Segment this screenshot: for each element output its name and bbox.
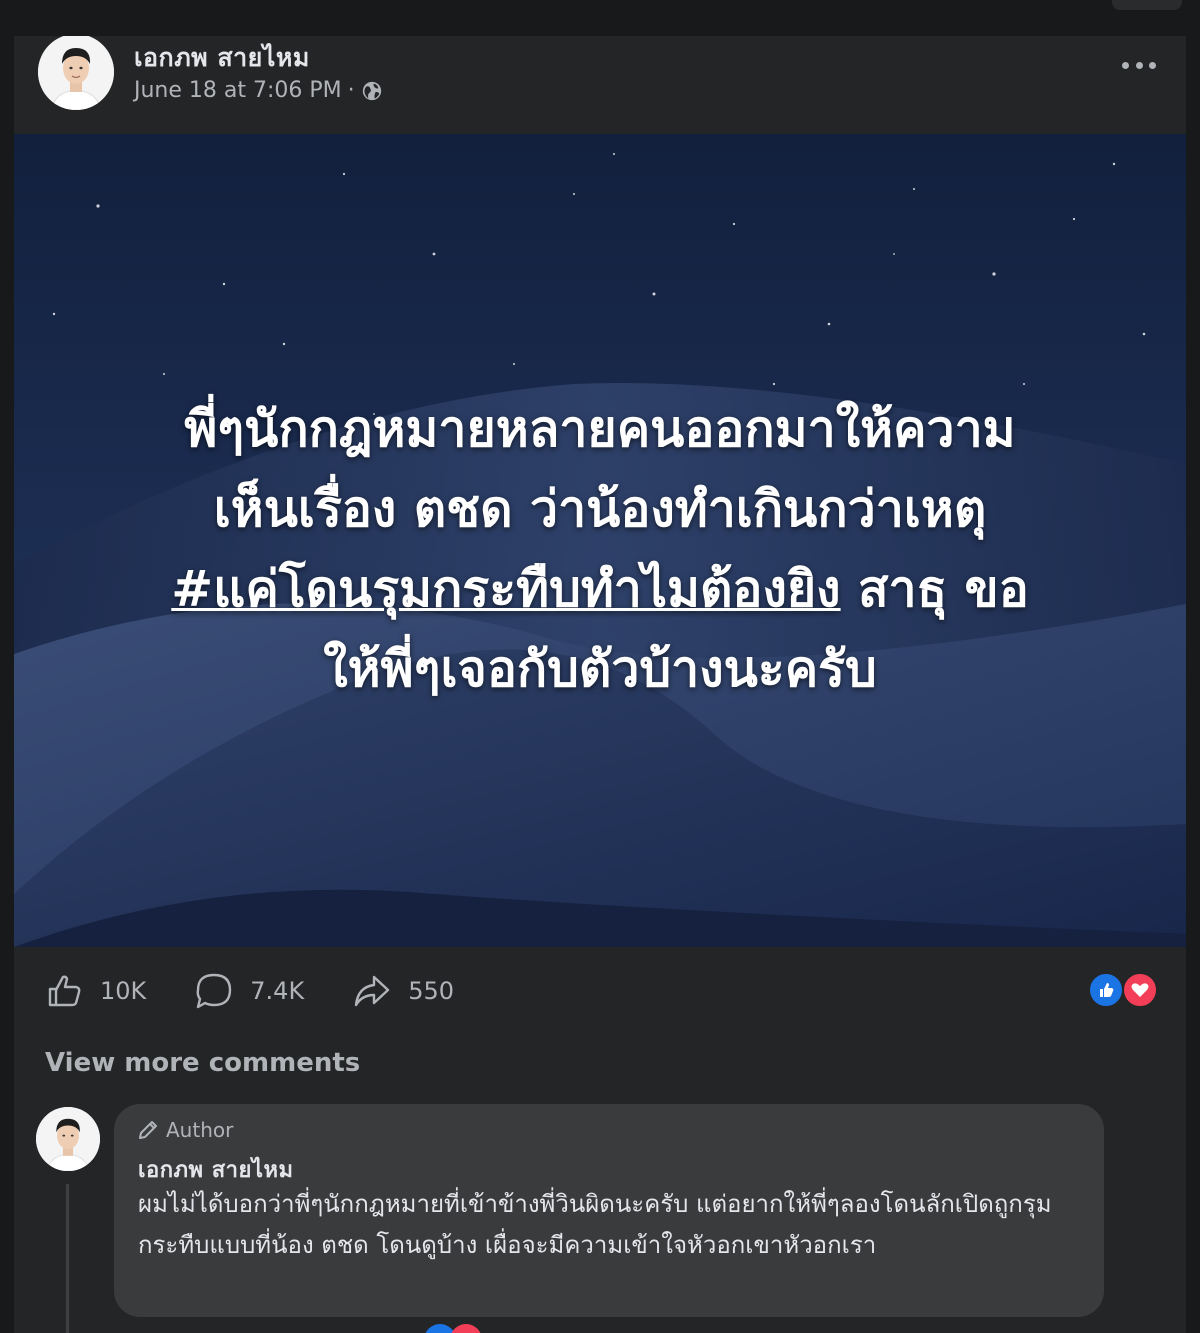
- caption-line-4: ให้พี่ๆเจอกับตัวบ้างนะครับ: [323, 640, 877, 698]
- post-meta: June 18 at 7:06 PM ·: [134, 78, 383, 103]
- thumbs-up-icon: [48, 975, 81, 1007]
- love-reaction-icon: [1122, 972, 1158, 1008]
- reaction-summary[interactable]: [1088, 972, 1162, 1008]
- comment-count: 7.4K: [250, 977, 305, 1005]
- caption-line-3: #แค่โดนรุมกระทืบทำไมต้องยิง สาธุ ขอ: [54, 549, 1146, 629]
- top-bar: [0, 0, 1200, 36]
- post-timestamp[interactable]: June 18 at 7:06 PM: [134, 78, 342, 103]
- comment-text: ผมไม่ได้บอกว่าพี่ๆนักกฎหมายที่เข้าข้างพี…: [138, 1190, 1052, 1259]
- author-badge-label: Author: [166, 1118, 234, 1142]
- share-icon: [354, 975, 390, 1007]
- more-options-icon[interactable]: [1122, 56, 1156, 74]
- meta-separator: ·: [347, 78, 355, 103]
- caption-line-3-rest: สาธุ ขอ: [840, 560, 1029, 618]
- like-reaction-icon: [1088, 972, 1124, 1008]
- avatar-portrait-icon: [38, 36, 114, 110]
- comment-author-avatar[interactable]: [36, 1107, 100, 1171]
- caption-line-1: พี่ๆนักกฎหมายหลายคนออกมาให้ความ: [184, 400, 1016, 458]
- like-count: 10K: [100, 977, 147, 1005]
- comment-button[interactable]: 7.4K: [194, 971, 304, 1011]
- hashtag-link[interactable]: #แค่โดนรุมกระทืบทำไมต้องยิง: [171, 560, 840, 618]
- post-author-name[interactable]: เอกภพ สายไหม: [134, 38, 310, 78]
- pencil-icon: [139, 1121, 157, 1139]
- post-image-caption: พี่ๆนักกฎหมายหลายคนออกมาให้ความ เห็นเรื่…: [54, 389, 1146, 709]
- comment-icon: [196, 973, 232, 1009]
- like-button[interactable]: 10K: [44, 971, 146, 1011]
- top-bar-tab: [1112, 0, 1182, 10]
- share-count: 550: [408, 977, 454, 1005]
- view-more-comments-link[interactable]: View more comments: [45, 1048, 360, 1078]
- avatar-portrait-icon: [36, 1107, 100, 1171]
- comment-bubble: Author เอกภพ สายไหม ผมไม่ได้บอกว่าพี่ๆนั…: [114, 1104, 1104, 1317]
- love-reaction-icon: [450, 1324, 482, 1333]
- post-actions: 10K 7.4K 550: [44, 971, 502, 1011]
- caption-line-2: เห็นเรื่อง ตชด ว่าน้องทำเกินกว่าเหตุ: [213, 480, 987, 538]
- comment-thread-line: [66, 1184, 69, 1333]
- share-button[interactable]: 550: [352, 971, 454, 1011]
- post-card: เอกภพ สายไหม June 18 at 7:06 PM · พี่ๆนั…: [14, 36, 1186, 1333]
- globe-icon: [362, 81, 381, 100]
- author-avatar[interactable]: [38, 36, 114, 110]
- comment-reactions[interactable]: [424, 1324, 484, 1333]
- comment-author-name[interactable]: เอกภพ สายไหม: [138, 1152, 293, 1187]
- author-badge: Author: [136, 1118, 233, 1142]
- post-image[interactable]: พี่ๆนักกฎหมายหลายคนออกมาให้ความ เห็นเรื่…: [14, 134, 1186, 947]
